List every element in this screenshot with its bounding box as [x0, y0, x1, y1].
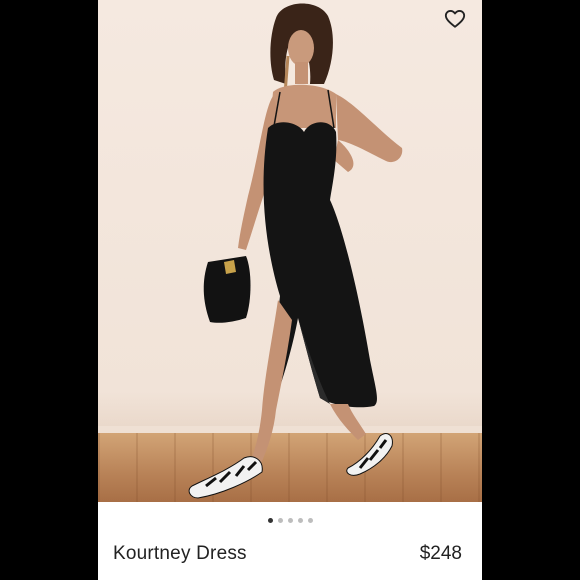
product-image[interactable] [98, 0, 482, 502]
carousel-dot[interactable] [267, 518, 273, 523]
carousel-dot[interactable] [277, 518, 283, 523]
carousel-dot[interactable] [287, 518, 293, 523]
carousel-indicator[interactable] [98, 518, 482, 523]
model-figure [188, 3, 403, 499]
carousel-dot[interactable] [297, 518, 303, 523]
heart-outline-icon[interactable] [444, 8, 466, 30]
product-card[interactable]: Kourtney Dress $248 [98, 0, 482, 580]
carousel-dot[interactable] [307, 518, 313, 523]
product-title[interactable]: Kourtney Dress [113, 543, 247, 565]
product-price: $248 [419, 543, 462, 564]
